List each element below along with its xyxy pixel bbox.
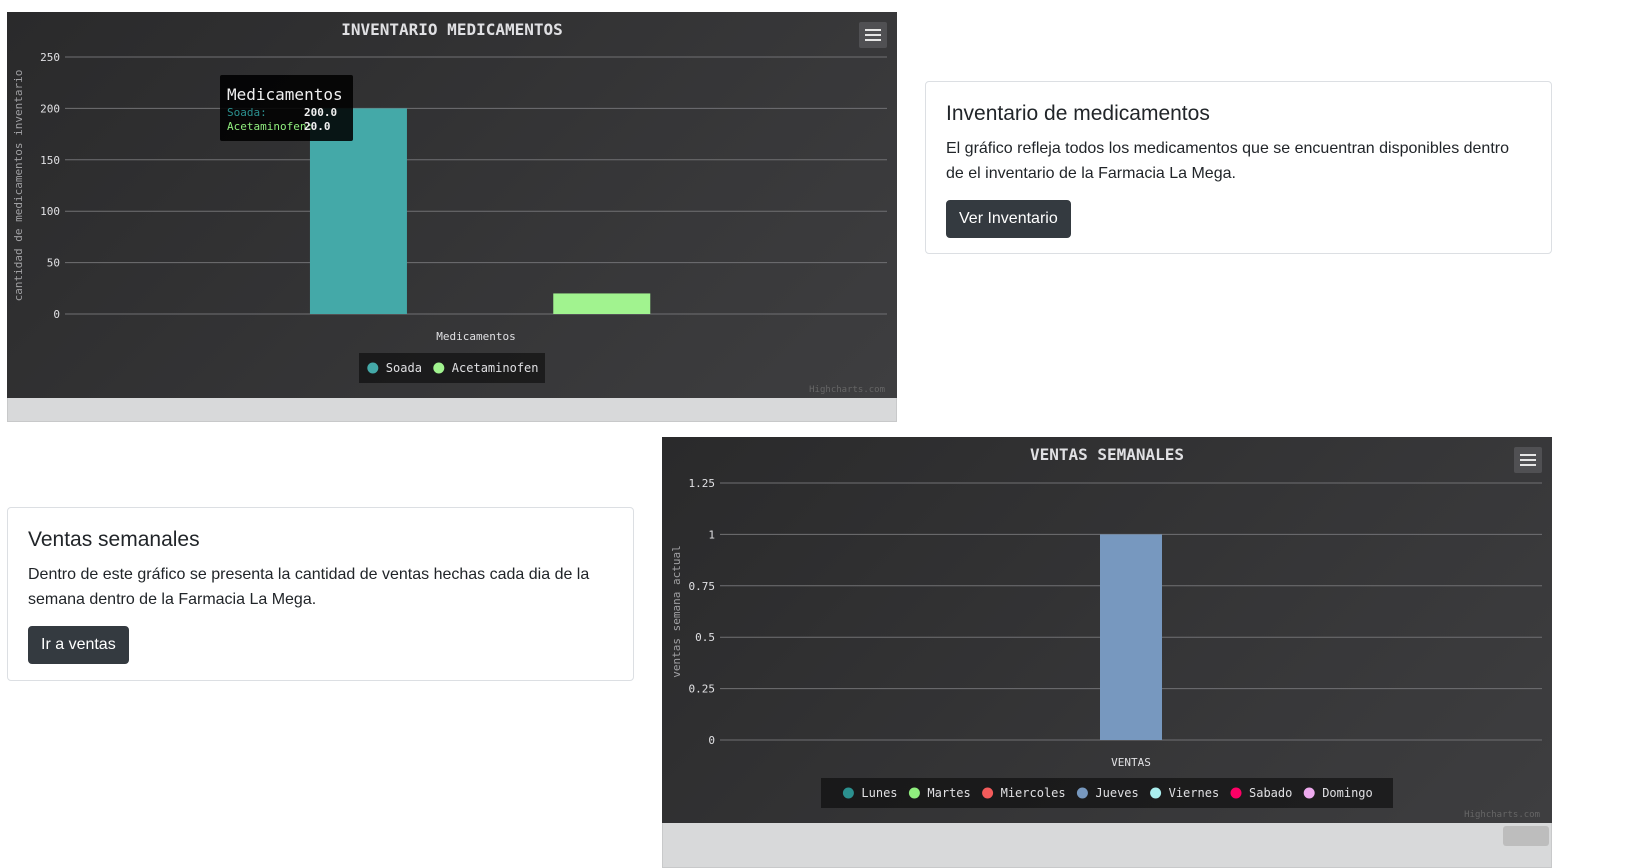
go-to-sales-button[interactable]: Ir a ventas	[28, 626, 129, 664]
x-axis-label: Medicamentos	[436, 330, 515, 343]
sales-chart-scrollbar[interactable]	[662, 823, 1552, 868]
sales-card-title: Ventas semanales	[28, 528, 200, 551]
sales-chart-svg: VENTAS SEMANALES 0 0.25 0.5 0.75 1 1.25 ventas …	[670, 445, 1542, 820]
y-tick-label: 150	[40, 154, 60, 167]
y-tick-label: 100	[40, 205, 60, 218]
y-tick-label: 1	[708, 528, 715, 541]
legend-marker-acetaminofen	[433, 362, 445, 374]
y-axis-label: ventas semana actual	[670, 545, 683, 677]
legend-marker-soada	[367, 362, 379, 374]
legend-item-soada: Soada	[386, 361, 422, 375]
x-axis-label: VENTAS	[1111, 756, 1151, 769]
legend-item-domingo: Domingo	[1322, 786, 1373, 800]
legend-marker-domingo	[1303, 787, 1315, 799]
inventory-chart-svg: INVENTARIO MEDICAMENTOS 0 50 100 150 200 250 ca…	[12, 20, 887, 395]
sales-card: Ventas semanales Dentro de este gráfico …	[7, 507, 634, 681]
tooltip-row-value: 20.0	[304, 120, 331, 133]
legend-marker-sabado	[1230, 787, 1242, 799]
y-tick-label: 0	[53, 308, 60, 321]
legend-item-lunes: Lunes	[861, 786, 897, 800]
y-tick-label: 0	[708, 734, 715, 747]
inventory-chart-scrollbar[interactable]	[7, 398, 897, 422]
sales-chart-scrollbar-thumb[interactable]	[1503, 826, 1549, 846]
y-tick-label: 0.75	[689, 580, 716, 593]
legend-marker-martes	[908, 787, 920, 799]
tooltip-row-value: 200.0	[304, 106, 337, 119]
y-tick-label: 50	[47, 257, 60, 270]
y-tick-label: 0.5	[695, 631, 715, 644]
tooltip-row-name: Soada:	[227, 106, 267, 119]
inventory-chart: INVENTARIO MEDICAMENTOS 0 50 100 150 200 250 ca…	[7, 12, 897, 398]
tooltip-title: Medicamentos	[227, 85, 343, 104]
y-tick-label: 200	[40, 102, 60, 115]
legend-item-sabado: Sabado	[1249, 786, 1292, 800]
y-tick-label: 1.25	[689, 477, 716, 490]
inventory-chart-container: INVENTARIO MEDICAMENTOS 0 50 100 150 200 250 ca…	[7, 12, 897, 422]
y-tick-label: 250	[40, 51, 60, 64]
y-tick-label: 0.25	[689, 683, 716, 696]
chart-title: INVENTARIO MEDICAMENTOS	[341, 20, 563, 39]
sales-chart-container: VENTAS SEMANALES 0 0.25 0.5 0.75 1 1.25 ventas …	[662, 437, 1552, 868]
tooltip-row-name: Acetaminofen:	[227, 120, 313, 133]
chart-credit: Highcharts.com	[809, 385, 885, 395]
inventory-card: Inventario de medicamentos El gráfico re…	[925, 81, 1552, 254]
hamburger-menu-icon	[865, 29, 881, 31]
inventory-card-text: El gráfico refleja todos los medicamento…	[946, 140, 1509, 182]
sales-chart-menu-button[interactable]	[1514, 447, 1542, 473]
view-inventory-button[interactable]: Ver Inventario	[946, 200, 1071, 238]
hamburger-menu-icon	[1520, 454, 1536, 456]
chart-credit: Highcharts.com	[1464, 810, 1540, 820]
legend-marker-viernes	[1150, 787, 1162, 799]
legend-item-acetaminofen: Acetaminofen	[452, 361, 539, 375]
inventory-chart-menu-button[interactable]	[859, 22, 887, 48]
chart-title: VENTAS SEMANALES	[1030, 445, 1184, 464]
sales-card-text: Dentro de este gráfico se presenta la ca…	[28, 566, 590, 608]
legend-marker-jueves	[1076, 787, 1088, 799]
y-axis-label: cantidad de medicamentos inventario	[12, 70, 25, 302]
bar-acetaminofen	[553, 293, 651, 314]
legend-marker-miercoles	[982, 787, 994, 799]
inventory-card-title: Inventario de medicamentos	[946, 102, 1210, 125]
sales-chart: VENTAS SEMANALES 0 0.25 0.5 0.75 1 1.25 ventas …	[662, 437, 1552, 823]
legend-item-miercoles: Miercoles	[1001, 786, 1066, 800]
bar-jueves	[1100, 534, 1162, 740]
legend-item-martes: Martes	[927, 786, 970, 800]
legend-marker-lunes	[842, 787, 854, 799]
legend-item-viernes: Viernes	[1169, 786, 1220, 800]
legend-item-jueves: Jueves	[1095, 786, 1138, 800]
